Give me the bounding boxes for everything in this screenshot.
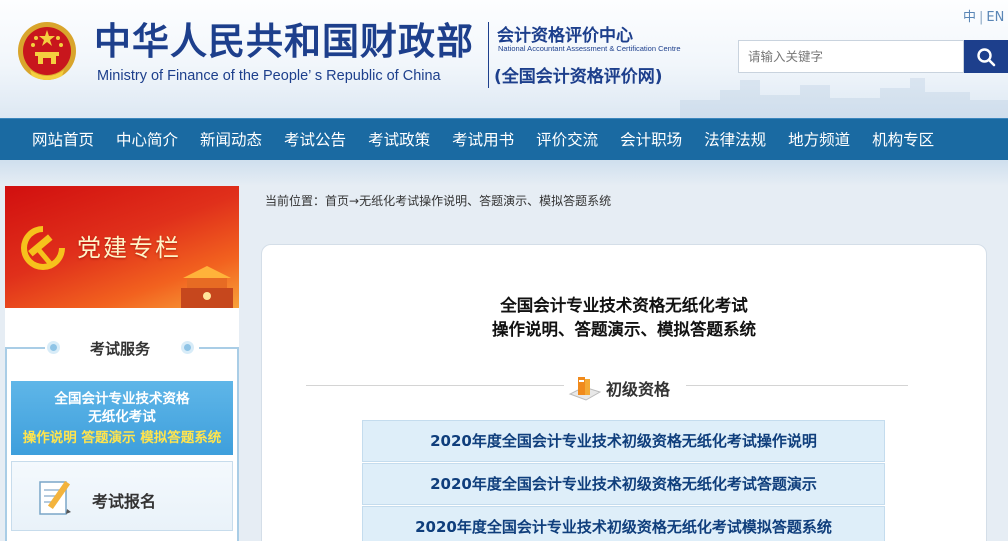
center-site-name: (全国会计资格评价网) [494, 67, 663, 87]
page-title-line2: 操作说明、答题演示、模拟答题系统 [492, 320, 756, 339]
registration-pencil-icon [39, 480, 71, 515]
divider-line-left [5, 347, 45, 349]
skyline-decoration [680, 78, 1008, 118]
divider-line-right [199, 347, 239, 349]
site-header: 中华人民共和国财政部 Ministry of Finance of the Pe… [0, 0, 1008, 118]
nav-item-exam-notices[interactable]: 考试公告 [284, 119, 346, 161]
language-switcher: 中 | EN [963, 6, 1004, 25]
search-button[interactable] [964, 40, 1008, 73]
center-title-en: National Accountant Assessment & Certifi… [498, 44, 681, 53]
nav-item-institutions[interactable]: 机构专区 [872, 119, 934, 161]
lang-en-link[interactable]: EN [986, 10, 1004, 25]
paperless-card-line2: 无纸化考试 [88, 409, 156, 425]
nav-item-about[interactable]: 中心简介 [116, 119, 178, 161]
link-mock-system[interactable]: 2020年度全国会计专业技术初级资格无纸化考试模拟答题系统 [362, 506, 885, 541]
section-header-junior: 初级资格 [306, 374, 908, 404]
nav-item-laws[interactable]: 法律法规 [704, 119, 766, 161]
ministry-title-en: Ministry of Finance of the People’ s Rep… [97, 68, 441, 84]
paperless-exam-card[interactable]: 全国会计专业技术资格 无纸化考试 操作说明 答题演示 模拟答题系统 [11, 381, 233, 455]
search-icon [977, 47, 996, 66]
center-title-cn: 会计资格评价中心 [497, 26, 633, 46]
party-building-banner[interactable]: 党建专栏 [5, 186, 239, 308]
nav-item-home[interactable]: 网站首页 [32, 119, 94, 161]
service-section-header: 考试服务 [5, 336, 239, 360]
lang-cn-link[interactable]: 中 [963, 10, 976, 25]
header-divider [488, 22, 489, 88]
breadcrumb-prefix: 当前位置： [265, 194, 326, 208]
nav-item-exam-policy[interactable]: 考试政策 [368, 119, 430, 161]
national-emblem-icon [18, 22, 76, 80]
nav-item-news[interactable]: 新闻动态 [200, 119, 262, 161]
page-title-line1: 全国会计专业技术资格无纸化考试 [500, 296, 748, 315]
search-input[interactable] [738, 40, 964, 73]
paperless-card-line3: 操作说明 答题演示 模拟答题系统 [22, 430, 222, 446]
bullet-dot-left [47, 341, 60, 354]
nav-shadow-band [0, 160, 1008, 186]
nav-item-career[interactable]: 会计职场 [620, 119, 682, 161]
breadcrumb-home-link[interactable]: 首页 [325, 194, 349, 208]
breadcrumb-current: →无纸化考试操作说明、答题演示、模拟答题系统 [349, 194, 612, 208]
link-answer-demo[interactable]: 2020年度全国会计专业技术初级资格无纸化考试答题演示 [362, 463, 885, 505]
tiananmen-icon [181, 266, 233, 308]
main-nav: 网站首页 中心简介 新闻动态 考试公告 考试政策 考试用书 评价交流 会计职场 … [0, 118, 1008, 160]
nav-item-local[interactable]: 地方频道 [788, 119, 850, 161]
bullet-dot-right [181, 341, 194, 354]
breadcrumb: 当前位置：首页→无纸化考试操作说明、答题演示、模拟答题系统 [265, 192, 611, 209]
search-bar [738, 40, 1008, 73]
section-label: 初级资格 [606, 380, 671, 399]
exam-registration-item[interactable]: 考试报名 [11, 461, 233, 531]
link-operation-guide[interactable]: 2020年度全国会计专业技术初级资格无纸化考试操作说明 [362, 420, 885, 462]
paperless-card-line1: 全国会计专业技术资格 [54, 391, 190, 407]
nav-item-exchange[interactable]: 评价交流 [536, 119, 598, 161]
service-section-title: 考试服务 [90, 340, 151, 358]
nav-item-exam-books[interactable]: 考试用书 [452, 119, 514, 161]
left-sidebar: 党建专栏 考试服务 全国会计专业技术资格 无纸化考试 操作说明 答题演示 模拟答… [5, 186, 239, 541]
books-icon [568, 377, 602, 401]
ministry-title-cn: 中华人民共和国财政部 [94, 20, 474, 63]
lang-separator: | [979, 10, 984, 25]
registration-label: 考试报名 [92, 492, 157, 511]
hammer-sickle-icon [21, 226, 65, 270]
party-banner-label: 党建专栏 [77, 234, 181, 262]
